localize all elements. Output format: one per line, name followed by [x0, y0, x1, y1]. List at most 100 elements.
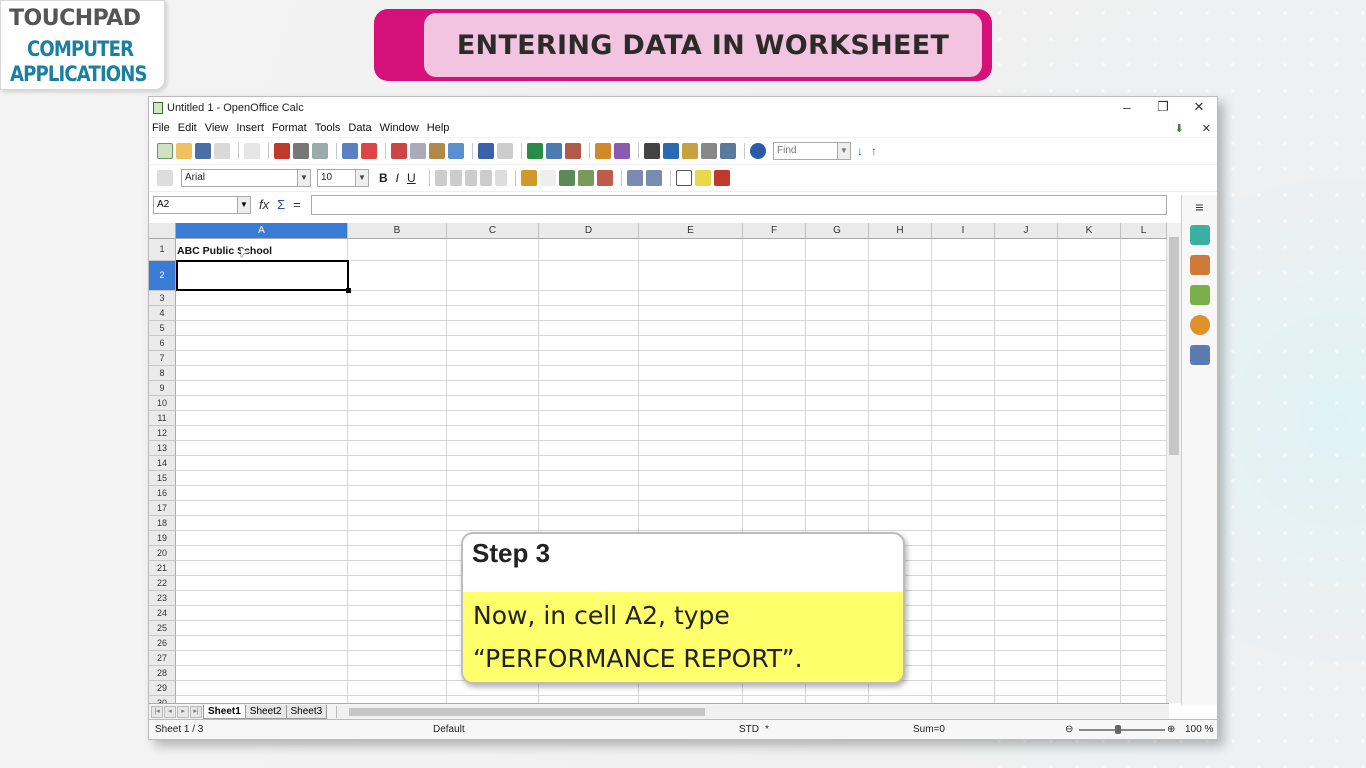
column-header-l[interactable]: L [1121, 223, 1167, 239]
autospellcheck-icon[interactable] [361, 143, 377, 159]
sum-icon[interactable]: Σ [277, 197, 285, 212]
row-header-20[interactable]: 20 [149, 546, 176, 561]
column-header-j[interactable]: J [995, 223, 1058, 239]
column-header-k[interactable]: K [1058, 223, 1121, 239]
gallery-icon[interactable] [682, 143, 698, 159]
minimize-button[interactable]: – [1109, 97, 1145, 117]
menu-file[interactable]: File [152, 122, 170, 134]
status-page-style[interactable]: Default [433, 724, 465, 735]
print-icon[interactable] [293, 143, 309, 159]
new-document-icon[interactable] [157, 143, 173, 159]
bold-button[interactable]: B [379, 171, 388, 185]
prev-sheet-icon[interactable]: ◂ [164, 705, 176, 718]
name-box[interactable]: A2 ▼ [153, 195, 251, 214]
row-header-24[interactable]: 24 [149, 606, 176, 621]
hyperlink-icon[interactable] [527, 143, 543, 159]
sidebar-gallery-icon[interactable] [1189, 285, 1210, 305]
row-header-8[interactable]: 8 [149, 366, 176, 381]
sort-descending-icon[interactable] [565, 143, 581, 159]
function-icon[interactable]: = [293, 197, 301, 212]
zoom-icon[interactable] [720, 143, 736, 159]
row-header-26[interactable]: 26 [149, 636, 176, 651]
menu-tools[interactable]: Tools [315, 122, 341, 134]
find-previous-icon[interactable]: ↑ [871, 144, 877, 158]
vertical-scrollbar[interactable] [1167, 223, 1181, 703]
column-header-d[interactable]: D [539, 223, 639, 239]
open-icon[interactable] [176, 143, 192, 159]
font-dropdown-icon[interactable]: ▼ [297, 170, 310, 186]
row-header-4[interactable]: 4 [149, 306, 176, 321]
print-preview-icon[interactable] [312, 143, 328, 159]
help-icon[interactable] [750, 143, 766, 159]
column-header-h[interactable]: H [869, 223, 932, 239]
row-header-22[interactable]: 22 [149, 576, 176, 591]
row-header-27[interactable]: 27 [149, 651, 176, 666]
data-sources-icon[interactable] [701, 143, 717, 159]
row-header-19[interactable]: 19 [149, 531, 176, 546]
row-header-10[interactable]: 10 [149, 396, 176, 411]
row-header-3[interactable]: 3 [149, 291, 176, 306]
row-header-5[interactable]: 5 [149, 321, 176, 336]
function-wizard-icon[interactable]: fx [259, 197, 269, 212]
delete-decimal-icon[interactable] [596, 170, 613, 186]
font-name-box[interactable]: Arial ▼ [181, 169, 311, 187]
zoom-slider[interactable] [1079, 729, 1165, 731]
font-color-icon[interactable] [713, 170, 730, 186]
menu-data[interactable]: Data [348, 122, 371, 134]
properties-icon[interactable] [1189, 225, 1210, 245]
last-sheet-icon[interactable]: ▸| [190, 705, 202, 718]
menu-help[interactable]: Help [427, 122, 450, 134]
menu-format[interactable]: Format [272, 122, 307, 134]
row-header-30[interactable]: 30 [149, 696, 176, 703]
column-header-a[interactable]: A [176, 223, 348, 239]
row-header-18[interactable]: 18 [149, 516, 176, 531]
column-header-i[interactable]: I [932, 223, 995, 239]
formula-input[interactable] [310, 194, 1167, 215]
underline-button[interactable]: U [407, 171, 416, 185]
paste-icon[interactable] [429, 143, 445, 159]
select-all-corner[interactable] [149, 223, 176, 239]
styles-formatting-icon[interactable] [1189, 255, 1210, 275]
status-selection-mode[interactable]: STD [739, 724, 759, 735]
sheet-tab-2[interactable]: Sheet2 [244, 704, 287, 719]
column-header-c[interactable]: C [447, 223, 539, 239]
row-header-9[interactable]: 9 [149, 381, 176, 396]
font-size-box[interactable]: 10 ▼ [317, 169, 369, 187]
find-next-icon[interactable]: ↓ [857, 144, 863, 158]
menu-window[interactable]: Window [380, 122, 419, 134]
save-icon[interactable] [195, 143, 211, 159]
row-header-28[interactable]: 28 [149, 666, 176, 681]
merge-cells-icon[interactable] [494, 170, 507, 186]
find-dropdown-icon[interactable]: ▼ [837, 143, 850, 159]
column-header-e[interactable]: E [639, 223, 743, 239]
align-center-icon[interactable] [449, 170, 462, 186]
clone-format-icon[interactable] [448, 143, 464, 159]
row-header-13[interactable]: 13 [149, 441, 176, 456]
next-sheet-icon[interactable]: ▸ [177, 705, 189, 718]
close-document-icon[interactable]: ✕ [1202, 122, 1211, 135]
sort-ascending-icon[interactable] [546, 143, 562, 159]
update-icon[interactable]: ⬇ [1175, 122, 1184, 135]
functions-icon[interactable] [1189, 345, 1210, 365]
row-header-29[interactable]: 29 [149, 681, 176, 696]
row-header-11[interactable]: 11 [149, 411, 176, 426]
add-decimal-icon[interactable] [577, 170, 594, 186]
column-header-g[interactable]: G [806, 223, 869, 239]
row-header-12[interactable]: 12 [149, 426, 176, 441]
zoom-level[interactable]: 100 % [1185, 724, 1213, 735]
number-format-icon[interactable] [558, 170, 575, 186]
italic-button[interactable]: I [396, 171, 399, 185]
row-header-1[interactable]: 1 [149, 239, 176, 261]
column-header-f[interactable]: F [743, 223, 806, 239]
menu-edit[interactable]: Edit [178, 122, 197, 134]
borders-icon[interactable] [675, 170, 692, 186]
sidebar-menu-icon[interactable]: ≡ [1182, 199, 1217, 215]
row-header-25[interactable]: 25 [149, 621, 176, 636]
sidebar-navigator-icon[interactable] [1189, 315, 1210, 335]
row-header-7[interactable]: 7 [149, 351, 176, 366]
row-header-21[interactable]: 21 [149, 561, 176, 576]
row-header-16[interactable]: 16 [149, 486, 176, 501]
row-header-2[interactable]: 2 [149, 261, 176, 291]
styles-icon[interactable] [157, 170, 173, 186]
maximize-button[interactable]: ❐ [1145, 97, 1181, 117]
